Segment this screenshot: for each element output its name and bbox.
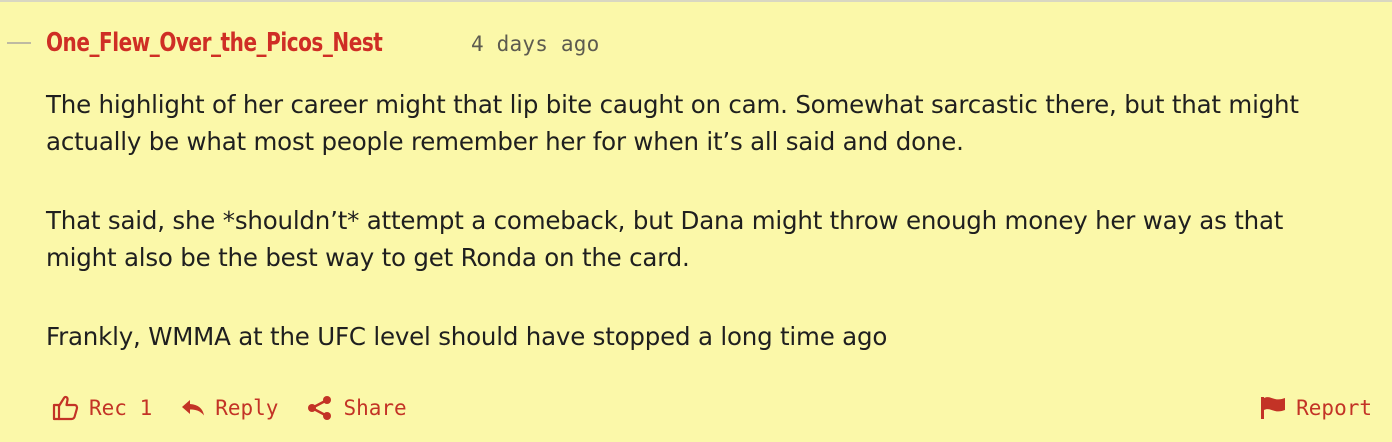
reply-arrow-icon (182, 400, 205, 416)
recommend-label: Rec 1 (89, 396, 153, 420)
share-icon (308, 396, 332, 420)
reply-button[interactable]: Reply (181, 396, 278, 420)
report-button[interactable]: Report (1260, 396, 1372, 420)
comment-card: One_Flew_Over_the_Picos_Nest 4 days ago … (0, 0, 1392, 442)
comment-paragraph-3: Frankly, WMMA at the UFC level should ha… (46, 322, 888, 351)
comment-paragraph-2: That said, she *shouldn’t* attempt a com… (46, 206, 1284, 272)
comment-timestamp: 4 days ago (471, 32, 600, 56)
flag-icon (1261, 397, 1286, 419)
comment-body: The highlight of her career might that l… (46, 86, 1346, 397)
comment-header: One_Flew_Over_the_Picos_Nest 4 days ago (46, 28, 599, 68)
comment-paragraph-1: The highlight of her career might that l… (46, 90, 1299, 156)
reply-label: Reply (215, 396, 279, 420)
recommend-button[interactable]: Rec 1 (52, 395, 152, 421)
thumbs-up-icon (52, 395, 79, 421)
report-label: Report (1296, 396, 1372, 420)
share-label: Share (343, 396, 407, 420)
comment-author[interactable]: One_Flew_Over_the_Picos_Nest (46, 28, 383, 58)
comment-actions: Rec 1 Reply Share Report (52, 388, 1372, 428)
collapse-thread-button[interactable] (7, 42, 31, 44)
share-button[interactable]: Share (307, 396, 407, 420)
